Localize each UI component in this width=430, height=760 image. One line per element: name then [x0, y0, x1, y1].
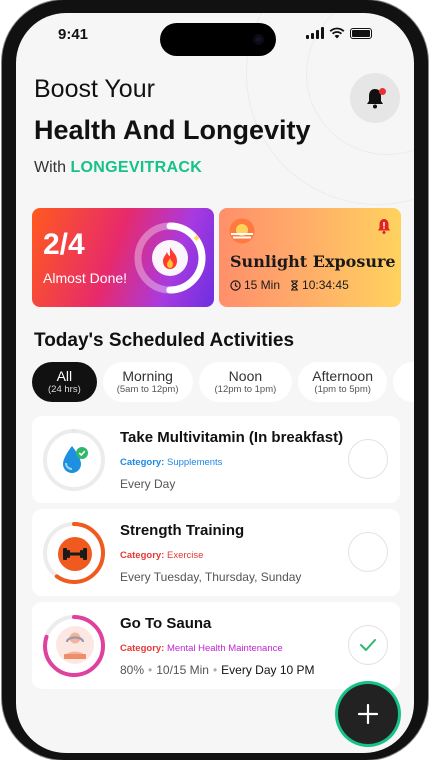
activity-card[interactable]: Go To Sauna Category: Mental Health Main…: [32, 602, 400, 689]
complete-checkbox[interactable]: [348, 439, 388, 479]
sunlight-title: Sunlight Exposure: [230, 252, 396, 271]
category-value: Exercise: [166, 550, 204, 561]
brand-name: LONGEVITRACK: [70, 159, 203, 176]
activity-category: Category: Mental Health Maintenance: [120, 643, 283, 654]
section-title: Today's Scheduled Activities: [34, 330, 295, 351]
activity-percent: 80%: [120, 663, 145, 677]
phone-frame: 9:41 Boost Your Health And Longevity Wit…: [2, 0, 428, 760]
sunlight-card[interactable]: Sunlight Exposure 15 Min 10:34:45: [219, 208, 401, 307]
sunlight-time: 10:34:45: [302, 278, 349, 292]
camera-icon: [253, 34, 264, 45]
battery-icon: [350, 27, 372, 39]
activity-name: Go To Sauna: [120, 615, 212, 632]
activity-frequency: Every Day: [120, 477, 176, 491]
checkmark-icon: [360, 639, 376, 651]
alarm-bell-icon: [378, 219, 390, 234]
progress-label: Almost Done!: [43, 270, 128, 286]
activity-category: Category: Supplements: [120, 457, 222, 468]
activity-name: Take Multivitamin (In breakfast): [120, 429, 344, 446]
time-group: 10:34:45: [290, 278, 349, 292]
filter-morning[interactable]: Morning (5am to 12pm): [102, 362, 193, 402]
activity-duration: 10/15 Min: [156, 663, 209, 677]
filter-label: Noon: [228, 368, 263, 384]
sparkle-icon: ✦: [192, 233, 202, 245]
complete-checkbox[interactable]: [348, 625, 388, 665]
filter-more[interactable]: [393, 362, 414, 402]
category-value: Mental Health Maintenance: [166, 643, 283, 654]
brand-line: With LONGEVITRACK: [34, 159, 202, 177]
notification-badge: [379, 88, 386, 95]
water-drop-icon: [63, 446, 88, 473]
category-value: Supplements: [166, 457, 223, 468]
activity-frequency: Every Tuesday, Thursday, Sunday: [120, 570, 302, 584]
flame-icon: [163, 247, 177, 269]
progress-count: 2/4: [43, 228, 85, 261]
hourglass-icon: [291, 279, 299, 291]
activity-details: 80% • 10/15 Min • Every Day 10 PM: [120, 663, 315, 677]
filter-label: Afternoon: [312, 368, 374, 384]
plus-icon: [357, 703, 379, 725]
notifications-button[interactable]: [350, 73, 400, 123]
activity-category: Category: Exercise: [120, 550, 203, 561]
sunset-icon: [229, 218, 255, 244]
progress-card[interactable]: 2/4 Almost Done! ✦: [32, 208, 214, 307]
wifi-icon: [329, 27, 345, 39]
category-label: Category:: [120, 550, 165, 561]
status-icons: [306, 27, 372, 39]
activity-card[interactable]: Take Multivitamin (In breakfast) Categor…: [32, 416, 400, 503]
activity-name: Strength Training: [120, 522, 245, 539]
sauna-icon: [56, 626, 94, 664]
separator-dot: •: [148, 663, 153, 677]
dumbbell-icon: [58, 537, 92, 571]
heading-line2: Health And Longevity: [34, 115, 311, 145]
filter-range: (24 hrs): [48, 384, 81, 395]
filter-range: (12pm to 1pm): [214, 384, 277, 395]
time-filter-tabs: All (24 hrs) Morning (5am to 12pm) Noon …: [32, 362, 414, 402]
filter-range: (1pm to 5pm): [314, 384, 371, 395]
complete-checkbox[interactable]: [348, 532, 388, 572]
filter-noon[interactable]: Noon (12pm to 1pm): [198, 362, 293, 402]
signal-icon: [306, 27, 324, 39]
filter-all[interactable]: All (24 hrs): [32, 362, 97, 402]
filter-afternoon[interactable]: Afternoon (1pm to 5pm): [298, 362, 388, 402]
filter-label: Morning: [122, 368, 173, 384]
category-label: Category:: [120, 457, 165, 468]
add-activity-button[interactable]: [338, 684, 398, 744]
filter-range: (5am to 12pm): [116, 384, 179, 395]
sunlight-meta: 15 Min 10:34:45: [230, 278, 349, 292]
activity-card[interactable]: Strength Training Category: Exercise Eve…: [32, 509, 400, 596]
activity-schedule: Every Day 10 PM: [221, 663, 315, 677]
filter-label: All: [56, 368, 73, 384]
status-bar: 9:41: [16, 13, 414, 57]
app-screen: 9:41 Boost Your Health And Longevity Wit…: [16, 13, 414, 753]
status-time: 9:41: [58, 26, 89, 43]
category-label: Category:: [120, 643, 165, 654]
clock-icon: [230, 279, 241, 291]
duration-group: 15 Min: [230, 278, 280, 292]
sunlight-duration: 15 Min: [244, 278, 281, 292]
heading-line1: Boost Your: [34, 75, 155, 103]
brand-prefix: With: [34, 159, 66, 176]
dynamic-island: [160, 23, 276, 56]
separator-dot: •: [212, 663, 218, 677]
